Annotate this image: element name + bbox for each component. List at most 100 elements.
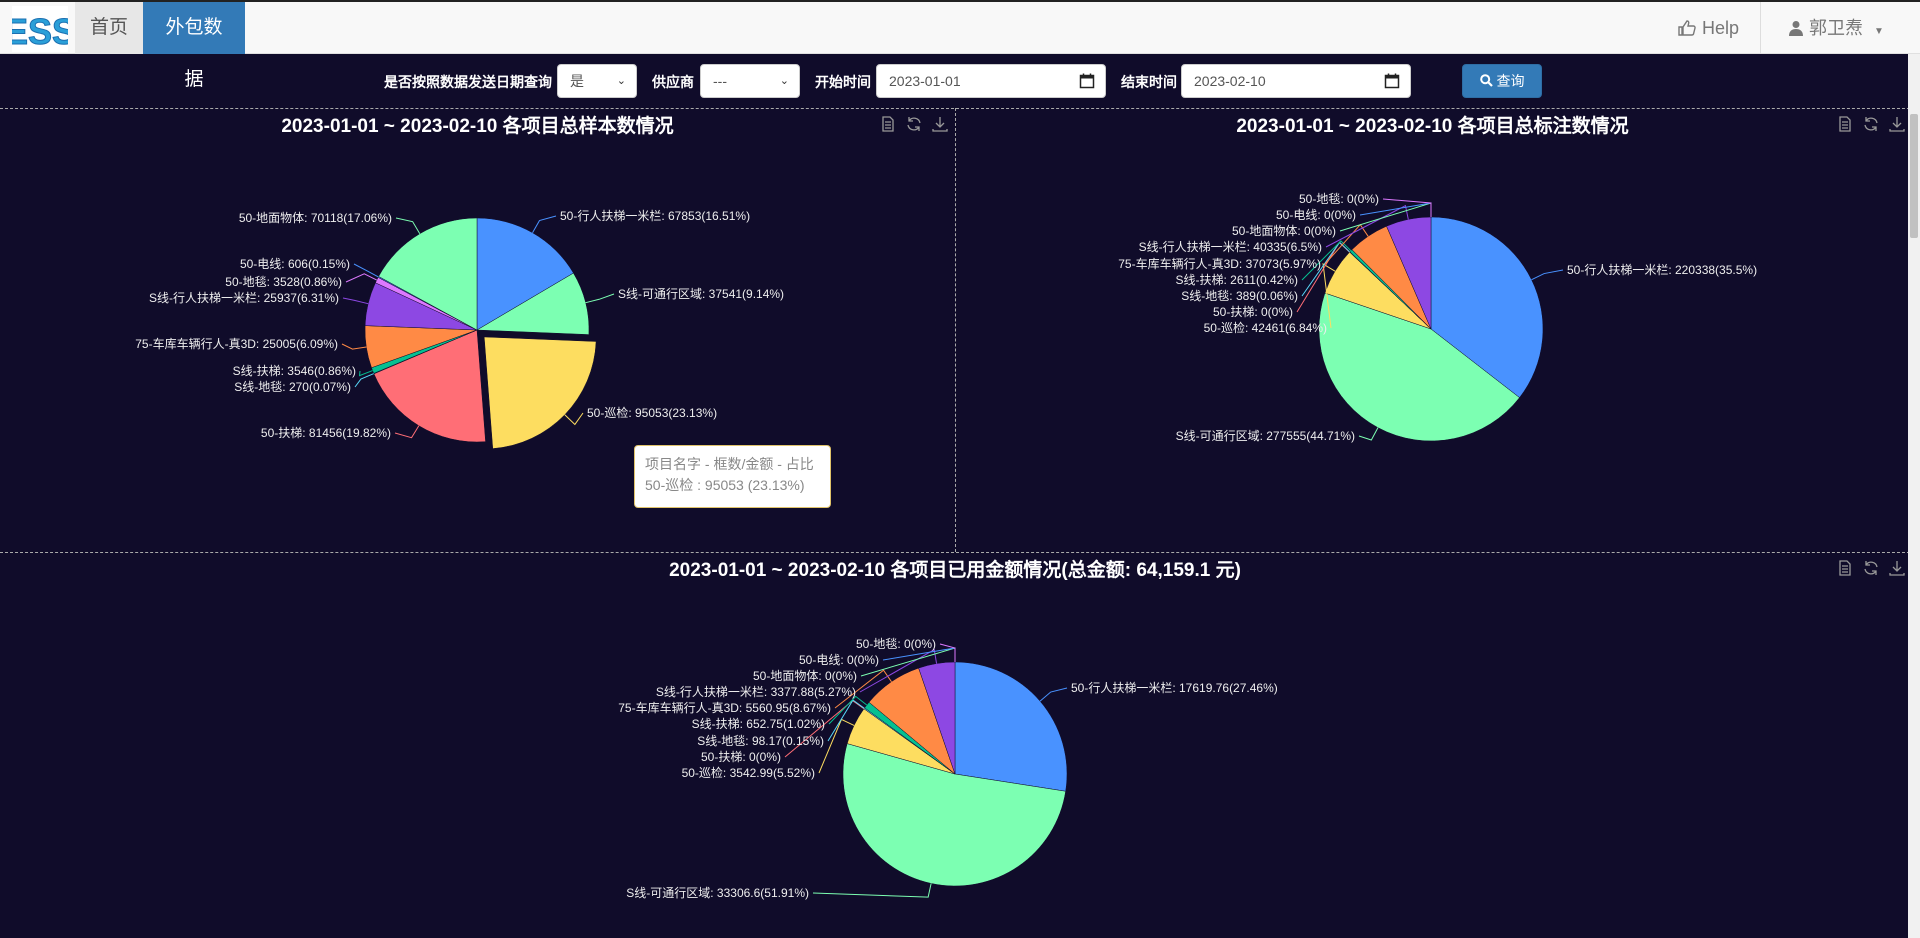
vendor-select[interactable]: --- ⌄ — [700, 64, 800, 98]
pie-slice — [373, 329, 486, 443]
nav-home-tab[interactable]: 首页 — [75, 2, 143, 54]
pie-slice — [1386, 216, 1432, 330]
pie-slice — [476, 272, 590, 335]
pie-label: 75-车库车辆行人-真3D: 37073(5.97%) — [1118, 256, 1321, 271]
pie-label: S线-行人扶梯一米栏: 40335(6.5%) — [1139, 239, 1322, 254]
start-date-value: 2023-01-01 — [889, 73, 961, 89]
label-leader-line — [395, 217, 421, 234]
nav-outsource-data-tab[interactable]: 外包数据 — [143, 2, 245, 90]
search-icon — [1479, 74, 1493, 87]
pie-slice — [378, 217, 478, 331]
tooltip-header: 项目名字 - 框数/金额 - 占比 — [645, 456, 814, 472]
label-leader-line — [1325, 204, 1409, 248]
label-leader-line — [353, 263, 379, 278]
pie-label: S线-扶梯: 3546(0.86%) — [233, 363, 356, 378]
pie-slice — [373, 329, 478, 375]
pie-slice — [1324, 251, 1432, 330]
pie-label: 50-行人扶梯一米栏: 67853(16.51%) — [560, 208, 750, 223]
pie-label: 50-扶梯: 81456(19.82%) — [261, 425, 391, 440]
chart-tooltip: 项目名字 - 框数/金额 - 占比 50-巡检 : 95053 (23.13%) — [634, 445, 831, 508]
query-toolbar: 是否按照数据发送日期查询 是 ⌄ 供应商 --- ⌄ 开始时间 2023-01-… — [0, 54, 1920, 108]
pie-slice — [364, 325, 478, 369]
label-leader-line — [358, 370, 373, 377]
query-button[interactable]: 查询 — [1462, 64, 1542, 98]
refresh-icon[interactable] — [1862, 559, 1880, 577]
pie-label: 50-地毯: 0(0%) — [1299, 192, 1379, 206]
ess-logo[interactable]: ESS — [12, 6, 68, 52]
data-view-icon[interactable] — [879, 115, 897, 133]
label-leader-line — [1531, 269, 1564, 281]
calendar-icon[interactable] — [1384, 73, 1400, 89]
pie-label: S线-地毯: 389(0.06%) — [1181, 289, 1298, 303]
by-send-date-value: 是 — [570, 73, 584, 89]
pie-slice — [375, 277, 478, 331]
chart-toolbox-samples — [879, 115, 949, 133]
refresh-icon[interactable] — [1862, 115, 1880, 133]
pie-label: 50-地面物体: 0(0%) — [753, 669, 857, 683]
chevron-down-icon: ⌄ — [779, 75, 789, 87]
pie-slice — [364, 282, 478, 331]
label-leader-line — [784, 699, 865, 758]
vendor-label: 供应商 — [652, 74, 694, 90]
user-menu[interactable]: 郭卫焘 ▼ — [1760, 2, 1920, 54]
pie-label: S线-可通行区域: 37541(9.14%) — [618, 287, 784, 301]
label-leader-line — [812, 883, 932, 898]
pie-label: 50-地面物体: 0(0%) — [1232, 224, 1336, 238]
by-send-date-label: 是否按照数据发送日期查询 — [384, 74, 552, 90]
pie-label: S线-可通行区域: 277555(44.71%) — [1176, 429, 1355, 443]
pie-label: S线-地毯: 270(0.07%) — [234, 380, 351, 394]
data-view-icon[interactable] — [1836, 559, 1854, 577]
pie-slice — [1349, 251, 1432, 330]
start-date-label: 开始时间 — [815, 74, 871, 90]
download-icon[interactable] — [931, 115, 949, 133]
start-date-input[interactable]: 2023-01-01 — [876, 64, 1106, 98]
download-icon[interactable] — [1888, 115, 1906, 133]
label-leader-line — [585, 293, 615, 304]
pie-label: S线-扶梯: 2611(0.42%) — [1176, 272, 1299, 287]
label-leader-line — [354, 373, 375, 388]
pie-label: S线-可通行区域: 33306.6(51.91%) — [626, 886, 809, 900]
help-link[interactable]: Help — [1678, 2, 1739, 54]
scrollbar-thumb[interactable] — [1910, 114, 1918, 238]
calendar-icon[interactable] — [1079, 73, 1095, 89]
pie-slice — [846, 708, 956, 775]
pie-slice — [377, 276, 478, 331]
label-leader-line — [1296, 241, 1350, 313]
label-leader-line — [394, 425, 420, 439]
label-leader-line — [882, 647, 956, 662]
pie-label: 50-地毯: 0(0%) — [856, 637, 936, 651]
download-icon[interactable] — [1888, 559, 1906, 577]
chart-toolbox-annotations — [1836, 115, 1906, 133]
pie-slice — [863, 707, 956, 775]
label-leader-line — [341, 343, 367, 350]
pie-label: 50-扶梯: 0(0%) — [701, 749, 781, 764]
pie-label: 50-巡检: 95053(23.13%) — [587, 405, 717, 420]
chart-title-annotations: 2023-01-01 ~ 2023-02-10 各项目总标注数情况 — [1236, 116, 1629, 137]
label-leader-line — [1324, 223, 1369, 265]
label-leader-line — [860, 647, 956, 677]
pie-slice — [371, 329, 478, 374]
end-date-value: 2023-02-10 — [1194, 73, 1266, 89]
page-scrollbar[interactable] — [1908, 54, 1920, 938]
by-send-date-select[interactable]: 是 ⌄ — [557, 64, 637, 98]
label-leader-line — [1301, 240, 1352, 281]
pie-slice — [483, 336, 597, 449]
refresh-icon[interactable] — [905, 115, 923, 133]
label-leader-line — [1039, 687, 1068, 702]
data-view-icon[interactable] — [1836, 115, 1854, 133]
vendor-value: --- — [713, 73, 727, 89]
pie-slice — [1349, 249, 1432, 330]
query-label: 查询 — [1496, 73, 1525, 89]
panel-divider-top — [0, 108, 1920, 109]
end-date-input[interactable]: 2023-02-10 — [1181, 64, 1411, 98]
pie-slice — [1430, 216, 1544, 398]
pie-label: 50-地面物体: 70118(17.06%) — [239, 211, 392, 225]
label-leader-line — [828, 695, 868, 725]
label-leader-line — [1339, 202, 1432, 232]
chart-toolbox-amount — [1836, 559, 1906, 577]
help-label: Help — [1702, 18, 1740, 38]
label-leader-line — [818, 718, 855, 774]
user-name: 郭卫焘 — [1809, 18, 1863, 38]
thumbs-up-icon — [1678, 20, 1696, 36]
label-leader-line — [342, 297, 369, 305]
